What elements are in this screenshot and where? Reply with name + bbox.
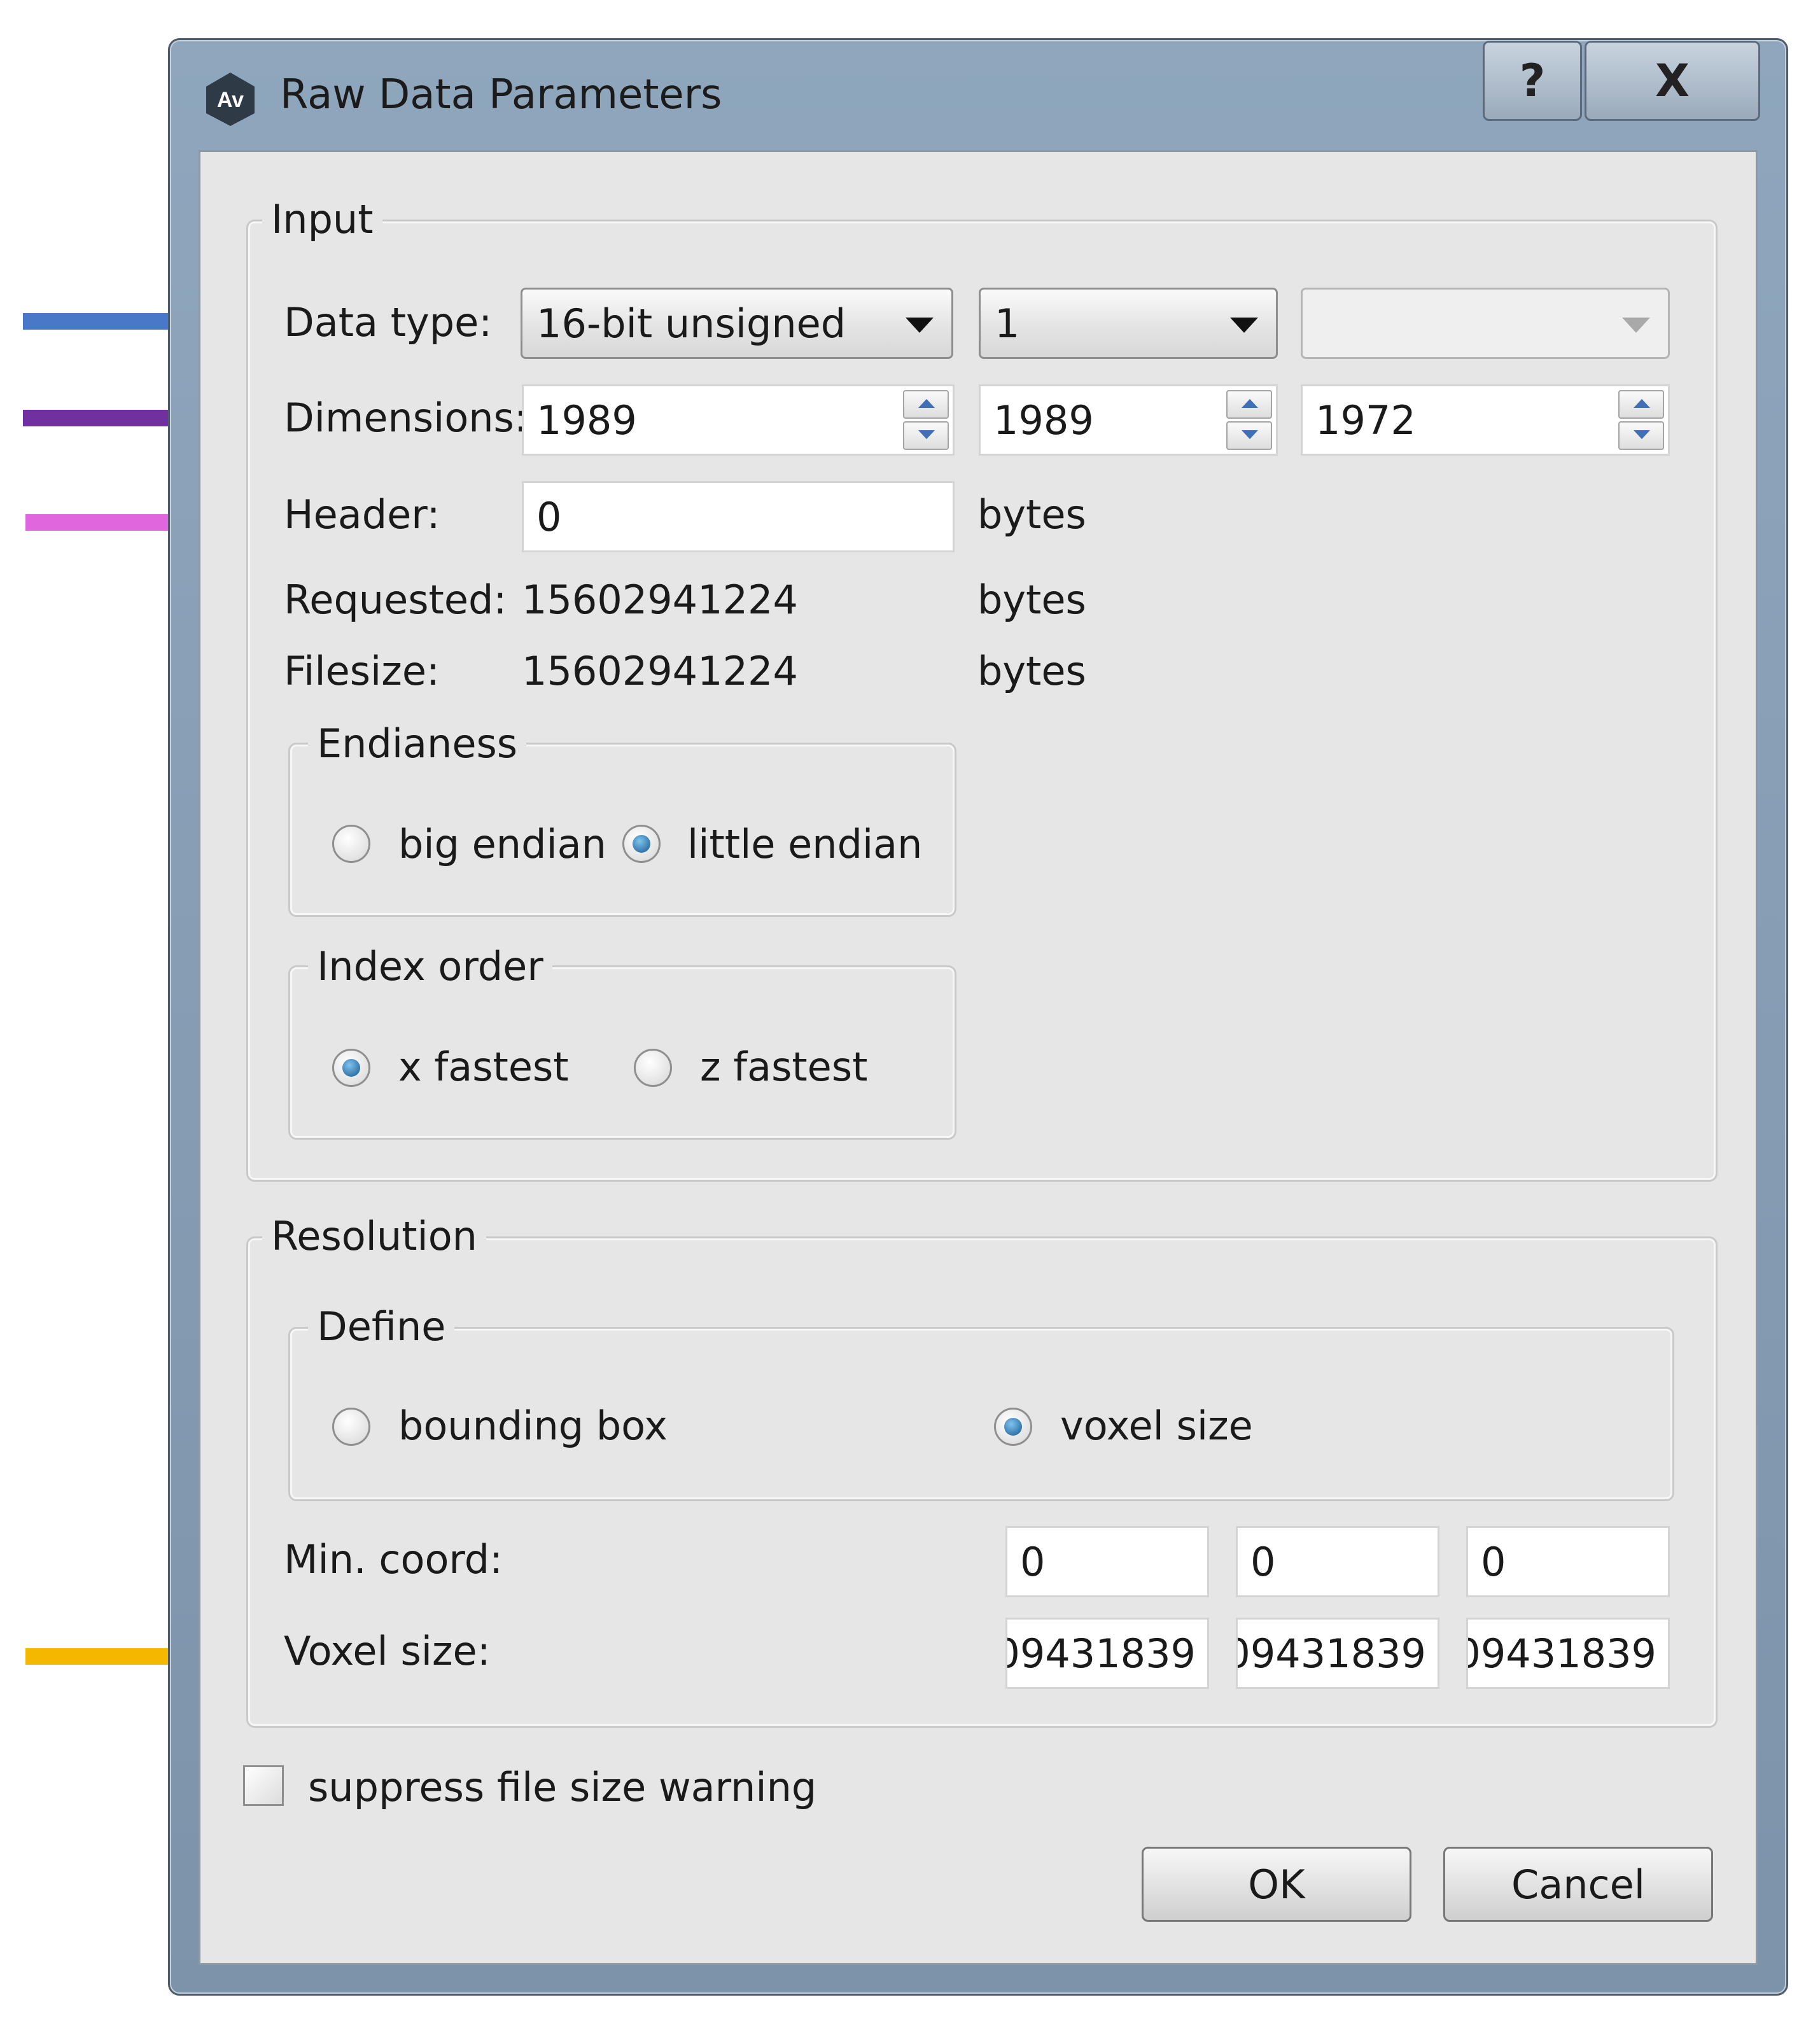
input-group-title: Input: [262, 196, 382, 242]
voxel-size-x-value: 009431839: [1007, 1630, 1196, 1677]
requested-value: 15602941224: [522, 577, 798, 623]
min-coord-x-input[interactable]: 0: [1005, 1526, 1209, 1597]
min-coord-y-value: 0: [1250, 1538, 1276, 1585]
dimension-z-spinbox[interactable]: 1972: [1301, 384, 1670, 456]
min-coord-x-value: 0: [1020, 1538, 1046, 1585]
spin-up-icon[interactable]: [903, 390, 949, 419]
bounding-box-label[interactable]: bounding box: [398, 1403, 668, 1449]
app-icon: Av: [206, 73, 255, 126]
requested-unit: bytes: [977, 577, 1086, 623]
chevron-down-icon: [1622, 318, 1650, 333]
spin-down-icon[interactable]: [1618, 421, 1664, 450]
resolution-group-title: Resolution: [262, 1213, 486, 1259]
voxel-size-y-input[interactable]: 009431839: [1236, 1618, 1439, 1689]
little-endian-label[interactable]: little endian: [687, 821, 922, 867]
big-endian-label[interactable]: big endian: [398, 821, 606, 867]
voxel-size-x-input[interactable]: 009431839: [1005, 1618, 1209, 1689]
spin-up-icon[interactable]: [1226, 390, 1272, 419]
filesize-value: 15602941224: [522, 648, 798, 694]
data-type-label: Data type:: [284, 299, 493, 346]
chevron-down-icon: [1230, 318, 1258, 333]
voxel-size-z-value: 009431839: [1468, 1630, 1656, 1677]
suppress-warning-label[interactable]: suppress file size warning: [308, 1764, 816, 1810]
data-type-value: 16-bit unsigned: [536, 300, 846, 347]
dimensions-label: Dimensions:: [284, 395, 528, 441]
min-coord-y-input[interactable]: 0: [1236, 1526, 1439, 1597]
index-order-group-title: Index order: [308, 943, 552, 990]
x-fastest-label[interactable]: x fastest: [398, 1044, 569, 1090]
spin-down-icon[interactable]: [903, 421, 949, 450]
voxel-size-y-value: 009431839: [1238, 1630, 1426, 1677]
close-button[interactable]: X: [1585, 41, 1760, 121]
voxel-size-label: Voxel size:: [284, 1628, 491, 1674]
help-button[interactable]: ?: [1483, 41, 1582, 121]
define-group-title: Define: [308, 1303, 455, 1350]
spin-down-icon[interactable]: [1226, 421, 1272, 450]
filesize-unit: bytes: [977, 648, 1086, 694]
third-select[interactable]: [1301, 288, 1670, 359]
header-input[interactable]: 0: [522, 481, 955, 552]
header-value: 0: [536, 493, 562, 540]
dimension-z-value: 1972: [1315, 396, 1416, 444]
chevron-down-icon: [906, 318, 934, 333]
data-type-select[interactable]: 16-bit unsigned: [521, 288, 953, 359]
big-endian-radio[interactable]: [332, 825, 370, 863]
requested-label: Requested:: [284, 577, 507, 623]
components-value: 1: [995, 300, 1020, 347]
voxel-size-radio-label[interactable]: voxel size: [1060, 1403, 1253, 1449]
spin-up-icon[interactable]: [1618, 390, 1664, 419]
dimension-y-value: 1989: [993, 396, 1094, 444]
dimension-y-spinbox[interactable]: 1989: [979, 384, 1278, 456]
components-select[interactable]: 1: [979, 288, 1278, 359]
dimension-x-value: 1989: [536, 396, 637, 444]
window-title: Raw Data Parameters: [280, 71, 722, 118]
header-label: Header:: [284, 491, 440, 538]
x-fastest-radio[interactable]: [332, 1049, 370, 1087]
min-coord-z-value: 0: [1481, 1538, 1506, 1585]
dimension-z-stepper[interactable]: [1618, 390, 1664, 450]
min-coord-z-input[interactable]: 0: [1466, 1526, 1670, 1597]
bounding-box-radio[interactable]: [332, 1408, 370, 1446]
little-endian-radio[interactable]: [622, 825, 661, 863]
suppress-warning-checkbox[interactable]: [243, 1765, 284, 1806]
voxel-size-radio[interactable]: [994, 1408, 1032, 1446]
dimension-x-stepper[interactable]: [903, 390, 949, 450]
filesize-label: Filesize:: [284, 648, 440, 694]
z-fastest-label[interactable]: z fastest: [700, 1044, 867, 1090]
dimension-y-stepper[interactable]: [1226, 390, 1272, 450]
header-unit: bytes: [977, 491, 1086, 538]
cancel-button[interactable]: Cancel: [1443, 1847, 1713, 1922]
endianess-group-title: Endianess: [308, 720, 527, 767]
svg-text:Av: Av: [217, 88, 244, 112]
voxel-size-z-input[interactable]: 009431839: [1466, 1618, 1670, 1689]
ok-button[interactable]: OK: [1142, 1847, 1411, 1922]
dimension-x-spinbox[interactable]: 1989: [522, 384, 955, 456]
min-coord-label: Min. coord:: [284, 1536, 503, 1583]
z-fastest-radio[interactable]: [634, 1049, 672, 1087]
